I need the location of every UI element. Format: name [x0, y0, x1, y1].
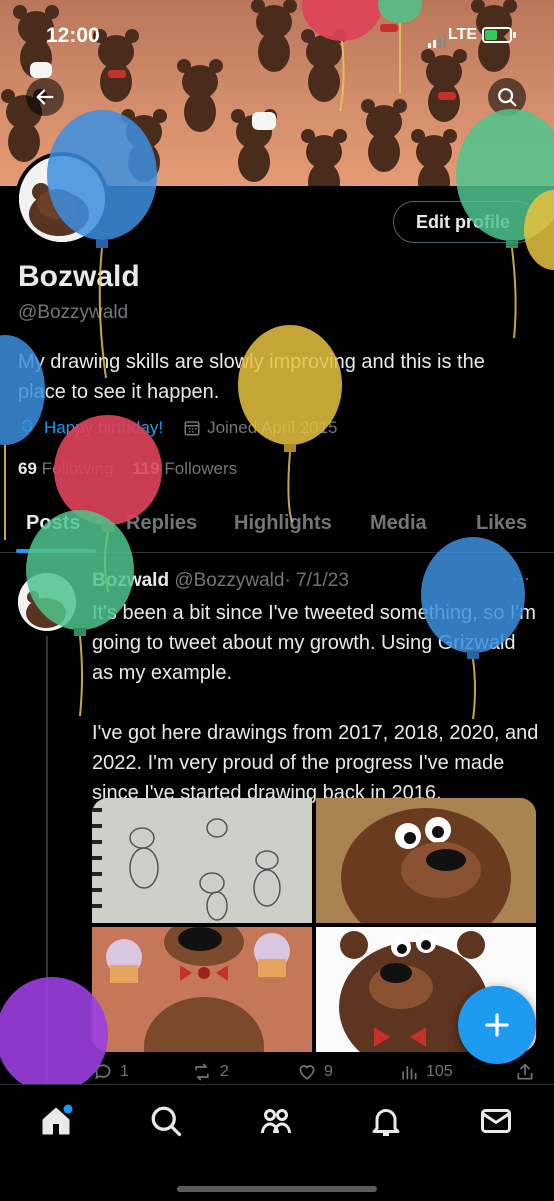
repost-count: 2: [220, 1063, 229, 1080]
plus-icon: [485, 1013, 509, 1037]
joined-text: Joined April 2015: [207, 418, 338, 437]
tab-likes[interactable]: Likes: [476, 512, 527, 535]
like-button[interactable]: 9: [296, 1062, 333, 1082]
signal-icon: [428, 30, 448, 48]
communities-icon[interactable]: [258, 1103, 294, 1139]
status-time: 12:00: [46, 24, 100, 47]
repost-icon: [195, 1063, 209, 1081]
search-icon: [498, 88, 517, 107]
active-tab-indicator: [16, 549, 96, 553]
media-image-3[interactable]: [92, 927, 312, 1052]
followers-label: Followers: [164, 459, 238, 478]
bear-muffins-drawing: [92, 927, 312, 1052]
home-indicator: [177, 1186, 377, 1192]
following-link[interactable]: 69 Following: [18, 459, 113, 478]
tweet-paragraph-1: It's been a bit since I've tweeted somet…: [92, 602, 536, 684]
share-icon: [517, 1063, 533, 1080]
follow-stats: 69 Following 119 Followers: [18, 459, 237, 479]
followers-count: 119: [132, 459, 160, 478]
profile-meta: Happy birthday! Joined April 2015: [18, 418, 338, 438]
calendar-icon: [184, 421, 200, 436]
following-label: Following: [41, 459, 114, 478]
profile-handle: @Bozzywald: [18, 302, 129, 323]
media-image-1[interactable]: [92, 798, 312, 923]
birthday-text[interactable]: Happy birthday!: [44, 418, 163, 438]
tweet-paragraph-2: I've got here drawings from 2017, 2018, …: [92, 722, 539, 804]
back-button[interactable]: [26, 78, 64, 116]
status-bar: 12:00 LTE: [0, 18, 554, 54]
avatar-bear-image: [19, 156, 105, 242]
tweet-date[interactable]: · 7/1/23: [284, 570, 348, 591]
compose-button[interactable]: [458, 986, 536, 1064]
network-label: LTE: [448, 26, 478, 43]
thread-line: [46, 636, 48, 1086]
battery-icon: [482, 27, 512, 43]
profile-avatar[interactable]: [15, 152, 109, 246]
like-count: 9: [324, 1063, 333, 1080]
reply-icon: [95, 1064, 111, 1080]
home-icon[interactable]: [38, 1103, 74, 1139]
views-icon: [402, 1066, 417, 1080]
tweet-avatar[interactable]: [18, 573, 76, 631]
back-arrow-icon: [36, 89, 54, 105]
repost-button[interactable]: 2: [190, 1062, 229, 1082]
tweet-author-handle[interactable]: @Bozzywald: [174, 570, 284, 591]
views-count: 105: [426, 1063, 453, 1080]
tweet-actions: 1 2 9 105: [92, 1062, 542, 1086]
search-icon[interactable]: [148, 1103, 184, 1139]
tab-posts[interactable]: Posts: [26, 512, 80, 535]
battery-tip: [513, 32, 516, 38]
search-button[interactable]: [488, 78, 526, 116]
reply-count: 1: [120, 1063, 129, 1080]
bear-face-drawing: [316, 798, 536, 923]
balloon-icon: [21, 419, 33, 436]
sketch-drawing: [92, 798, 312, 923]
followers-link[interactable]: 119 Followers: [132, 459, 237, 478]
profile-bio: My drawing skills are slowly improving a…: [18, 351, 485, 403]
edit-profile-button[interactable]: Edit profile: [393, 201, 539, 243]
notifications-icon[interactable]: [368, 1103, 404, 1139]
tweet-header: Bozwald @Bozzywald· 7/1/23: [92, 570, 349, 592]
tab-replies[interactable]: Replies: [126, 512, 197, 535]
heart-icon: [299, 1065, 315, 1080]
following-count: 69: [18, 459, 37, 478]
views-button[interactable]: 105: [398, 1062, 453, 1082]
more-icon[interactable]: ···: [512, 568, 530, 589]
reply-button[interactable]: 1: [92, 1062, 129, 1082]
bottom-nav: [0, 1084, 554, 1201]
messages-icon[interactable]: [478, 1103, 514, 1139]
profile-tabs: Posts Replies Highlights Media Likes: [0, 498, 554, 553]
tweet-author-name[interactable]: Bozwald: [92, 570, 169, 591]
profile-name: Bozwald: [18, 260, 140, 293]
tab-media[interactable]: Media: [370, 512, 427, 535]
tweet-avatar-image: [18, 573, 76, 631]
share-button[interactable]: [514, 1062, 536, 1082]
media-image-2[interactable]: [316, 798, 536, 923]
tab-highlights[interactable]: Highlights: [234, 512, 332, 535]
